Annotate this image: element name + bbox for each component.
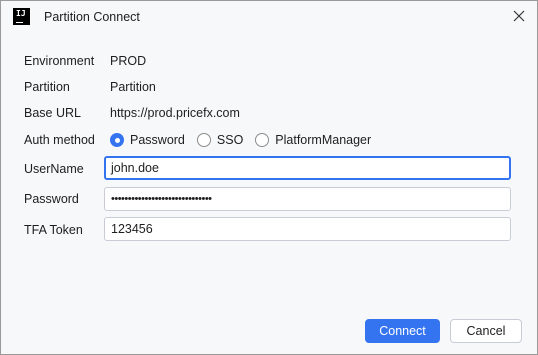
cancel-button[interactable]: Cancel	[450, 319, 522, 343]
radio-unchecked-icon	[196, 133, 211, 147]
auth-method-label: Auth method	[24, 133, 95, 147]
title-bar: IJ Partition Connect	[1, 1, 537, 33]
auth-radio-platformmanager[interactable]: PlatformManager	[255, 133, 371, 147]
environment-value: PROD	[110, 54, 147, 68]
auth-method-radio-group: Password SSO PlatformManager	[110, 130, 383, 150]
radio-unchecked-icon	[255, 133, 270, 147]
auth-radio-platformmanager-label: PlatformManager	[275, 133, 372, 147]
tfa-token-label: TFA Token	[24, 223, 83, 237]
environment-label: Environment	[24, 54, 95, 68]
auth-radio-password[interactable]: Password	[110, 133, 185, 147]
partition-label: Partition	[24, 80, 70, 94]
username-input[interactable]: john.doe	[104, 156, 511, 180]
partition-value: Partition	[110, 80, 156, 94]
base-url-value: https://prod.pricefx.com	[110, 106, 240, 120]
auth-radio-sso[interactable]: SSO	[196, 133, 244, 147]
close-icon	[513, 10, 525, 22]
password-label: Password	[24, 192, 79, 206]
intellij-app-icon: IJ	[13, 8, 30, 25]
tfa-token-input[interactable]: 123456	[104, 217, 511, 241]
radio-checked-icon	[110, 133, 124, 147]
username-label: UserName	[24, 162, 84, 176]
auth-radio-sso-label: SSO	[216, 133, 244, 147]
dialog-window: IJ Partition Connect Environment PROD Pa…	[0, 0, 538, 355]
connect-button[interactable]: Connect	[365, 319, 440, 343]
password-input[interactable]: ••••••••••••••••••••••••••••••	[104, 187, 511, 211]
auth-radio-password-label: Password	[130, 133, 185, 147]
base-url-label: Base URL	[24, 106, 81, 120]
window-title: Partition Connect	[44, 10, 140, 24]
close-button[interactable]	[505, 3, 533, 29]
